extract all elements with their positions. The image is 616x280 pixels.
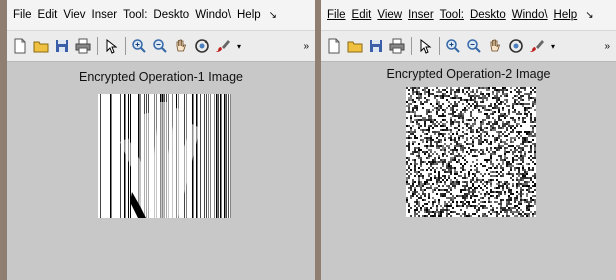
toolbar-separator bbox=[97, 37, 98, 55]
menu-tools[interactable]: Tool: bbox=[123, 9, 147, 21]
open-folder-icon[interactable] bbox=[346, 37, 364, 55]
pointer-icon[interactable] bbox=[416, 37, 434, 55]
new-file-icon[interactable] bbox=[11, 37, 29, 55]
rotate-3d-icon[interactable] bbox=[193, 37, 211, 55]
print-icon[interactable] bbox=[388, 37, 406, 55]
menu-view[interactable]: Viev bbox=[63, 9, 85, 21]
zoom-out-icon[interactable] bbox=[151, 37, 169, 55]
menu-edit[interactable]: Edit bbox=[38, 9, 58, 21]
menu-file[interactable]: File bbox=[13, 9, 32, 21]
toolbar-separator bbox=[411, 37, 412, 55]
brush-icon[interactable] bbox=[528, 37, 546, 55]
new-file-icon[interactable] bbox=[325, 37, 343, 55]
menu-overflow-icon[interactable]: ↘ bbox=[269, 10, 277, 21]
menu-file[interactable]: File bbox=[327, 9, 346, 21]
encrypted-image-2 bbox=[406, 87, 536, 217]
dropdown-icon[interactable]: ▾ bbox=[549, 37, 557, 55]
toolbar: ▾ » bbox=[7, 30, 315, 62]
menu-edit[interactable]: Edit bbox=[352, 9, 372, 21]
menu-window[interactable]: Windo\ bbox=[512, 9, 548, 21]
dropdown-icon[interactable]: ▾ bbox=[235, 37, 243, 55]
toolbar-overflow-icon[interactable]: » bbox=[604, 41, 610, 52]
menu-view[interactable]: View bbox=[377, 9, 402, 21]
menu-help[interactable]: Help bbox=[554, 9, 578, 21]
rotate-3d-icon[interactable] bbox=[507, 37, 525, 55]
menu-overflow-icon[interactable]: ↘ bbox=[585, 10, 593, 21]
toolbar-overflow-icon[interactable]: » bbox=[303, 41, 309, 52]
brush-icon[interactable] bbox=[214, 37, 232, 55]
zoom-in-icon[interactable] bbox=[444, 37, 462, 55]
menu-desktop[interactable]: Deskto bbox=[153, 9, 189, 21]
encrypted-image-1 bbox=[98, 94, 231, 218]
pan-hand-icon[interactable] bbox=[486, 37, 504, 55]
menu-window[interactable]: Windo\ bbox=[195, 9, 231, 21]
open-folder-icon[interactable] bbox=[32, 37, 50, 55]
save-icon[interactable] bbox=[53, 37, 71, 55]
menu-insert[interactable]: Inser bbox=[408, 9, 434, 21]
menu-insert[interactable]: Inser bbox=[92, 9, 118, 21]
toolbar-separator bbox=[439, 37, 440, 55]
pointer-icon[interactable] bbox=[102, 37, 120, 55]
figure-window-2: File Edit View Inser Tool: Deskto Windo\… bbox=[321, 0, 616, 280]
menu-desktop[interactable]: Deskto bbox=[470, 9, 506, 21]
figure-window-1: File Edit Viev Inser Tool: Deskto Windo\… bbox=[7, 0, 315, 280]
menu-tools[interactable]: Tool: bbox=[440, 9, 464, 21]
save-icon[interactable] bbox=[367, 37, 385, 55]
menu-bar: File Edit Viev Inser Tool: Deskto Windo\… bbox=[7, 0, 315, 30]
toolbar-separator bbox=[125, 37, 126, 55]
zoom-in-icon[interactable] bbox=[130, 37, 148, 55]
toolbar: ▾ » bbox=[321, 30, 616, 62]
figure-title: Encrypted Operation-1 Image bbox=[79, 70, 243, 84]
menu-bar: File Edit View Inser Tool: Deskto Windo\… bbox=[321, 0, 616, 30]
print-icon[interactable] bbox=[74, 37, 92, 55]
pan-hand-icon[interactable] bbox=[172, 37, 190, 55]
zoom-out-icon[interactable] bbox=[465, 37, 483, 55]
menu-help[interactable]: Help bbox=[237, 9, 261, 21]
figure-title: Encrypted Operation-2 Image bbox=[386, 67, 551, 81]
